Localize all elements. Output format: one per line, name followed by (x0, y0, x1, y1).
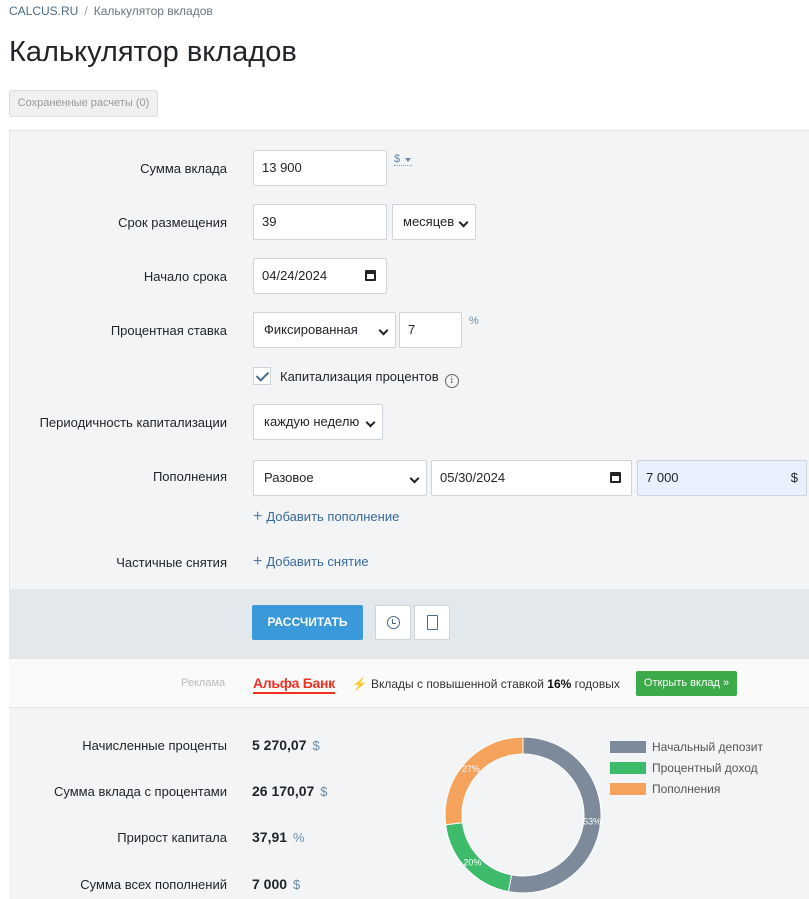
total-replenishments-amount: 7 000 (252, 876, 288, 892)
start-date-value: 04/24/2024 (262, 268, 328, 283)
plus-icon: + (253, 508, 263, 525)
info-icon[interactable]: i (444, 374, 459, 388)
capitalization-text: Капитализация процентов (280, 369, 439, 384)
total-with-interest-amount: 26 170,07 (252, 783, 315, 799)
ad-banner: Реклама Альфа Банк ⚡ Вклады с повышенной … (9, 658, 809, 708)
rate-type-value: Фиксированная (264, 322, 358, 337)
saved-calculations-button[interactable]: Сохраненные расчеты (0) (9, 90, 158, 117)
replenishment-date-input[interactable]: 05/30/2024 (431, 460, 632, 496)
deposit-structure-donut-chart: 53% 20% 27% (444, 736, 602, 894)
breadcrumb-separator: / (84, 4, 88, 18)
lightning-icon: ⚡ (352, 677, 367, 691)
replenishment-amount-value: 7 000 (646, 470, 679, 485)
action-bar: РАССЧИТАТЬ (9, 589, 809, 658)
total-with-interest-value: 26 170,07 $ (252, 783, 328, 799)
replenishment-type-select[interactable]: Разовое (253, 460, 427, 496)
replenishment-type-value: Разовое (264, 470, 314, 485)
total-with-interest-label: Сумма вклада с процентами (54, 784, 227, 799)
calendar-icon[interactable] (610, 472, 621, 483)
donut-slice-label-2: 20% (463, 858, 481, 868)
clock-icon (387, 616, 400, 629)
capital-growth-amount: 37,91 (252, 829, 288, 845)
ad-text-pre: Вклады с повышенной ставкой (370, 677, 544, 691)
deposit-amount-input[interactable]: 13 900 (253, 150, 387, 186)
donut-slice-label-3: 27% (462, 764, 480, 774)
results-panel: Начисленные проценты 5 270,07 $ Сумма вкл… (9, 708, 809, 899)
alfa-bank-logo[interactable]: Альфа Банк (253, 675, 335, 694)
ad-text-post: годовых (574, 677, 620, 691)
ad-rate: 16% (547, 677, 572, 691)
currency-selector[interactable]: $ (394, 153, 413, 166)
cap-period-label: Периодичность капитализации (39, 415, 227, 430)
chevron-down-icon (409, 473, 420, 484)
legend-label: Пополнения (652, 782, 721, 796)
capital-growth-value: 37,91% (252, 829, 305, 845)
start-date-label: Начало срока (143, 269, 227, 284)
accrued-interest-unit: $ (312, 738, 320, 753)
legend-swatch (610, 762, 646, 774)
calculator-form: Сумма вклада 13 900 $ Срок размещения 39… (9, 130, 809, 589)
total-replenishments-value: 7 000 $ (252, 876, 300, 892)
breadcrumb: CALCUS.RU / Калькулятор вкладов (9, 4, 213, 18)
capital-growth-unit: % (293, 830, 305, 845)
replenishment-amount-input[interactable]: 7 000 $ (637, 460, 807, 496)
open-deposit-button[interactable]: Открыть вклад » (636, 671, 737, 696)
capital-growth-label: Прирост капитала (117, 830, 227, 845)
deposit-amount-label: Сумма вклада (140, 161, 227, 176)
chevron-down-icon (365, 417, 376, 428)
rate-label: Процентная ставка (110, 323, 227, 338)
donut-slice-label-1: 53% (583, 817, 601, 827)
chevron-down-icon (458, 217, 469, 228)
breadcrumb-home-link[interactable]: CALCUS.RU (9, 4, 78, 18)
breadcrumb-current: Калькулятор вкладов (93, 4, 213, 18)
calculate-button[interactable]: РАССЧИТАТЬ (252, 605, 363, 640)
term-unit-value: месяцев (403, 214, 455, 229)
withdrawals-label: Частичные снятия (116, 555, 227, 570)
term-label: Срок размещения (118, 215, 227, 230)
ad-text: ⚡ Вклады с повышенной ставкой 16% годовых (352, 677, 620, 691)
cap-period-value: каждую неделю (264, 414, 360, 429)
history-button[interactable] (375, 605, 411, 640)
total-replenishments-label: Сумма всех пополнений (80, 877, 227, 892)
accrued-interest-amount: 5 270,07 (252, 737, 307, 753)
currency-caret-icon (405, 158, 412, 162)
add-replenishment-text: Добавить пополнение (266, 509, 400, 524)
total-with-interest-unit: $ (320, 784, 328, 799)
chevron-down-icon (378, 325, 389, 336)
cap-period-select[interactable]: каждую неделю (253, 404, 383, 440)
percent-unit: % (469, 315, 479, 327)
capitalization-checkbox[interactable] (253, 367, 271, 385)
rate-type-select[interactable]: Фиксированная (253, 312, 396, 348)
accrued-interest-value: 5 270,07 $ (252, 737, 320, 753)
plus-icon: + (253, 553, 263, 570)
legend-swatch (610, 783, 646, 795)
page-title: Калькулятор вкладов (9, 36, 297, 68)
accrued-interest-label: Начисленные проценты (82, 738, 227, 753)
capitalization-label: Капитализация процентов i (280, 369, 459, 388)
export-button[interactable] (414, 605, 450, 640)
legend-label: Процентный доход (652, 761, 758, 775)
donut-slice-1[interactable] (507, 736, 602, 894)
add-replenishment-link[interactable]: + Добавить пополнение (253, 508, 399, 526)
legend-swatch (610, 741, 646, 753)
replenishment-date-value: 05/30/2024 (440, 470, 506, 485)
start-date-input[interactable]: 04/24/2024 (253, 258, 387, 294)
legend-label: Начальный депозит (652, 740, 763, 754)
rate-input[interactable]: 7 (399, 312, 462, 348)
term-unit-select[interactable]: месяцев (392, 204, 476, 240)
calendar-icon[interactable] (365, 270, 376, 281)
total-replenishments-unit: $ (293, 877, 301, 892)
term-input[interactable]: 39 (253, 204, 387, 240)
replenishment-currency: $ (790, 470, 798, 485)
add-withdrawal-text: Добавить снятие (266, 554, 369, 569)
replenishments-label: Пополнения (152, 469, 227, 484)
add-withdrawal-link[interactable]: + Добавить снятие (253, 553, 369, 571)
ad-label: Реклама (181, 677, 226, 689)
document-icon (427, 615, 438, 630)
donut-slice-3[interactable] (444, 736, 524, 826)
currency-label: $ (394, 153, 401, 165)
